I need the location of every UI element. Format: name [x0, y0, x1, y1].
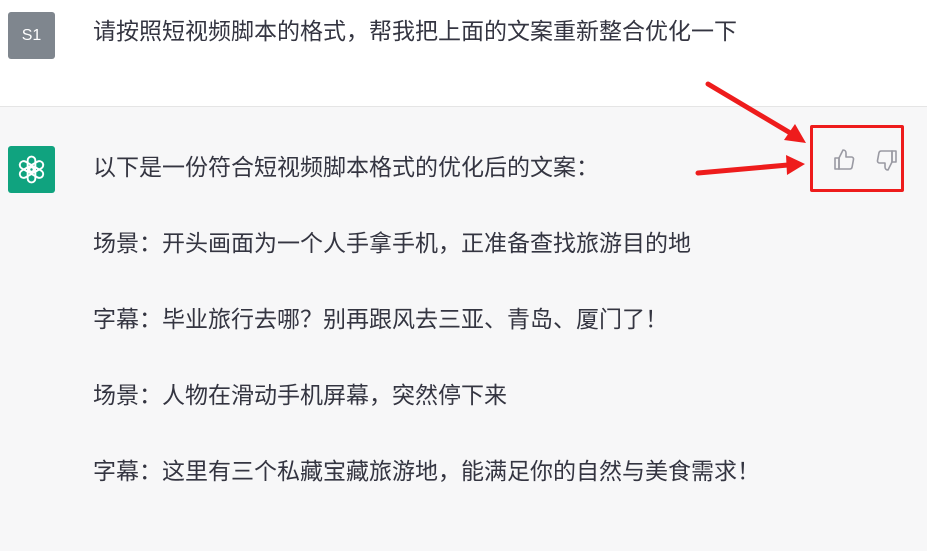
assistant-message-row: 以下是一份符合短视频脚本格式的优化后的文案： 场景：开头画面为一个人手拿手机，正…: [0, 107, 927, 551]
user-message-text: 请按照短视频脚本的格式，帮我把上面的文案重新整合优化一下: [93, 19, 737, 45]
thumbs-down-button[interactable]: [873, 146, 901, 174]
assistant-paragraph: 以下是一份符合短视频脚本格式的优化后的文案：: [93, 155, 599, 181]
user-message-row: S1 请按照短视频脚本的格式，帮我把上面的文案重新整合优化一下: [0, 0, 927, 107]
feedback-highlight-box: [810, 125, 904, 192]
assistant-paragraph: 字幕：毕业旅行去哪？别再跟风去三亚、青岛、厦门了！: [93, 307, 668, 333]
openai-logo-icon: [18, 155, 45, 184]
thumbs-up-icon: [834, 149, 855, 170]
thumbs-up-button[interactable]: [830, 146, 858, 174]
user-avatar: S1: [8, 12, 55, 59]
assistant-paragraph: 场景：人物在滑动手机屏幕，突然停下来: [93, 383, 507, 409]
assistant-avatar: [8, 146, 55, 193]
assistant-paragraph: 字幕：这里有三个私藏宝藏旅游地，能满足你的自然与美食需求！: [93, 459, 760, 485]
assistant-message-content: 以下是一份符合短视频脚本格式的优化后的文案： 场景：开头画面为一个人手拿手机，正…: [93, 149, 783, 529]
assistant-paragraph: 场景：开头画面为一个人手拿手机，正准备查找旅游目的地: [93, 231, 691, 257]
thumbs-down-icon: [876, 150, 897, 171]
